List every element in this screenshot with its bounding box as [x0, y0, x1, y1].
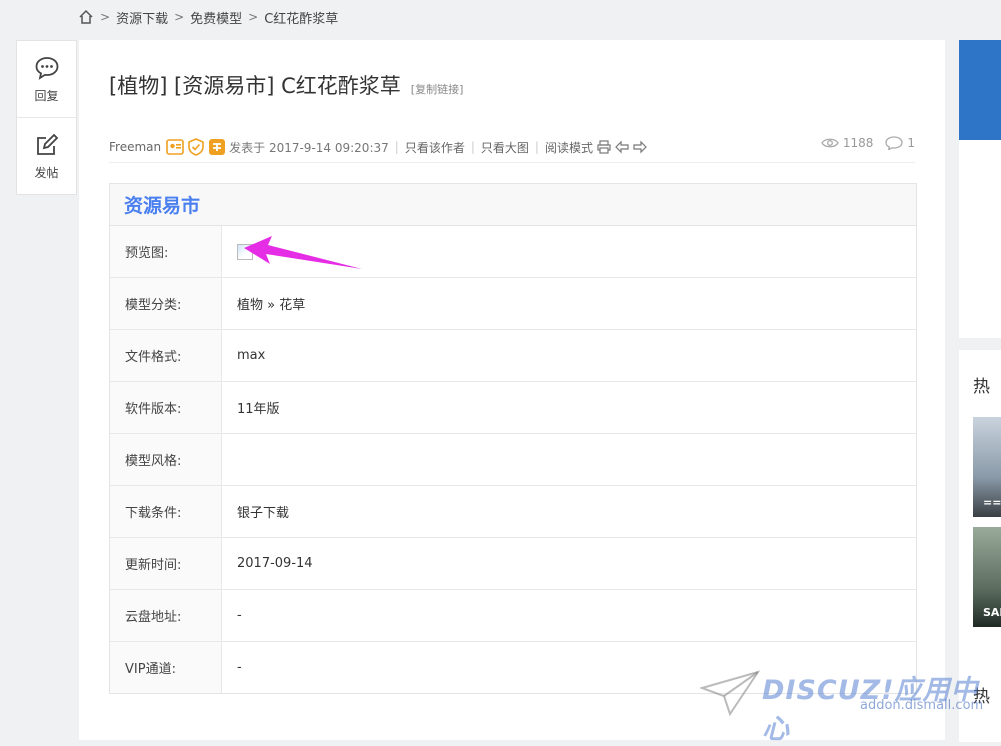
big-image-link[interactable]: 只看大图	[481, 139, 529, 156]
post-label: 发帖	[34, 165, 59, 180]
prev-arrow-icon[interactable]	[615, 140, 629, 154]
row-key: 文件格式:	[110, 330, 222, 381]
row-value: -	[237, 660, 242, 675]
table-row: 模型风格:	[110, 434, 916, 486]
table-row: 软件版本: 11年版	[110, 382, 916, 434]
hot-heading: 热	[973, 377, 990, 397]
meta-separator: |	[534, 140, 539, 154]
breadcrumb-item-resource-download[interactable]: 资源下载	[116, 8, 168, 27]
breadcrumb-item-current[interactable]: C红花酢浆草	[264, 8, 338, 27]
right-sidebar: 热 == SAL 热	[959, 40, 1001, 742]
resource-info-table: 资源易市 预览图: 模型分类: 植物 » 花草 文件格式: max 软件版本: …	[109, 183, 917, 694]
hot-threads-card-2: 热	[959, 662, 1001, 742]
chat-bubble-icon	[35, 56, 58, 80]
row-value: 银子下载	[237, 506, 290, 521]
side-actions: 回复 发帖	[16, 40, 77, 195]
table-row: VIP通道: -	[110, 642, 916, 693]
table-row: 更新时间: 2017-09-14	[110, 538, 916, 590]
new-post-button[interactable]: 发帖	[17, 118, 76, 194]
row-key: 云盘地址:	[110, 590, 222, 641]
table-row: 下载条件: 银子下载	[110, 486, 916, 538]
reply-button[interactable]: 回复	[17, 41, 76, 118]
row-key: 软件版本:	[110, 382, 222, 433]
medal-badge-icon[interactable]	[208, 138, 226, 156]
hot-heading-2: 热	[973, 687, 990, 707]
only-author-link[interactable]: 只看该作者	[405, 139, 465, 156]
post-date: 发表于 2017-9-14 09:20:37	[229, 140, 389, 155]
row-value	[222, 226, 916, 277]
next-arrow-icon[interactable]	[633, 140, 647, 154]
copy-link-button[interactable]: [复制链接]	[411, 81, 464, 97]
annotation-arrow	[244, 236, 362, 269]
row-key: 模型风格:	[110, 434, 222, 485]
breadcrumb-item-free-models[interactable]: 免费模型	[190, 8, 242, 27]
reply-count: 1	[907, 136, 915, 150]
hot-thumb-1[interactable]: ==	[973, 417, 1001, 517]
row-value	[222, 434, 916, 485]
hot-threads-card: 热 == SAL	[959, 350, 1001, 670]
row-key: 下载条件:	[110, 486, 222, 537]
sidebar-banner[interactable]	[959, 40, 1001, 140]
breadcrumb: > 资源下载 > 免费模型 > C红花酢浆草	[78, 6, 338, 28]
row-value: -	[237, 608, 242, 623]
row-value: 2017-09-14	[237, 556, 313, 571]
breadcrumb-separator: >	[174, 10, 185, 24]
edit-icon	[36, 133, 58, 155]
hot-thumb-2[interactable]: SAL	[973, 527, 1001, 627]
author-link[interactable]: Freeman	[109, 140, 161, 154]
page-title: [植物] [资源易市] C红花酢浆草	[109, 74, 401, 98]
reply-label: 回复	[34, 88, 59, 103]
row-value: 植物 » 花草	[237, 298, 306, 313]
comment-icon	[885, 136, 904, 150]
sidebar-ad-card	[959, 40, 1001, 338]
breadcrumb-separator: >	[100, 10, 111, 24]
row-key: 预览图:	[110, 226, 222, 277]
print-icon[interactable]	[597, 140, 611, 154]
read-mode-link[interactable]: 阅读模式	[545, 139, 593, 156]
user-badge-icon[interactable]	[166, 138, 184, 156]
table-row: 预览图:	[110, 226, 916, 278]
post-meta: Freeman 发表于 2017-9-14 09:20:37 | 只看该作者 |…	[109, 132, 915, 163]
table-header: 资源易市	[110, 184, 916, 226]
title-row: [植物] [资源易市] C红花酢浆草 [复制链接]	[109, 70, 463, 100]
meta-separator: |	[470, 140, 475, 154]
thread-content: [植物] [资源易市] C红花酢浆草 [复制链接] Freeman 发表于 20…	[79, 40, 945, 740]
row-key: VIP通道:	[110, 642, 222, 693]
view-count: 1188	[842, 136, 874, 150]
row-value: max	[237, 348, 266, 363]
table-row: 云盘地址: -	[110, 590, 916, 642]
row-key: 模型分类:	[110, 278, 222, 329]
eye-icon	[821, 138, 839, 148]
home-icon[interactable]	[78, 9, 94, 25]
row-key: 更新时间:	[110, 538, 222, 589]
breadcrumb-separator: >	[248, 10, 259, 24]
shield-badge-icon[interactable]	[187, 138, 205, 156]
meta-separator: |	[394, 140, 399, 154]
thread-stats: 1188 1	[821, 136, 915, 150]
thumb-caption: SAL	[983, 606, 1001, 619]
table-row: 模型分类: 植物 » 花草	[110, 278, 916, 330]
table-row: 文件格式: max	[110, 330, 916, 382]
thumb-caption: ==	[983, 496, 1001, 509]
row-value: 11年版	[237, 402, 280, 417]
